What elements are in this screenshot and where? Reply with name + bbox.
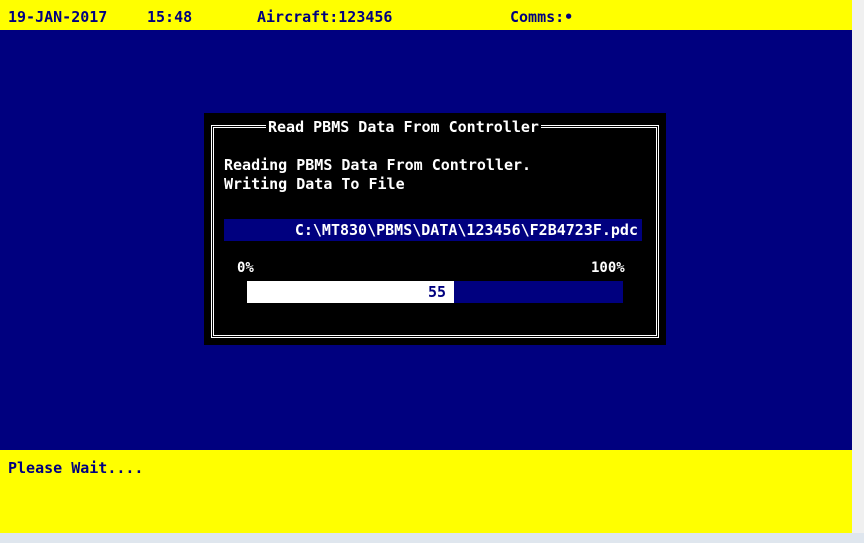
dialog-title: Read PBMS Data From Controller — [266, 118, 541, 136]
progress-value: 55 — [427, 283, 447, 301]
comms-status: Comms:• — [510, 8, 574, 26]
time-text: 15:48 — [147, 8, 193, 26]
progress-dialog: Read PBMS Data From Controller Reading P… — [204, 113, 666, 345]
progress-bar: 55 — [247, 281, 623, 303]
date-text: 19-JAN-2017 — [8, 8, 108, 26]
progress-min-label: 0% — [237, 260, 254, 276]
window-edge-bottom — [0, 533, 864, 543]
file-path: C:\MT830\PBMS\DATA\123456\F2B4723F.pdc — [224, 219, 642, 241]
status-bar: Please Wait.... — [0, 450, 852, 533]
aircraft-text: Aircraft:123456 — [257, 8, 393, 26]
dialog-message-line1: Reading PBMS Data From Controller. — [224, 156, 532, 174]
file-path-text: C:\MT830\PBMS\DATA\123456\F2B4723F.pdc — [294, 221, 638, 239]
dialog-message-line2: Writing Data To File — [224, 175, 405, 193]
progress-max-label: 100% — [591, 260, 625, 276]
app-window: 19-JAN-2017 15:48 Aircraft:123456 Comms:… — [0, 0, 852, 533]
status-message: Please Wait.... — [8, 459, 144, 477]
window-edge-right — [852, 0, 864, 543]
header-bar: 19-JAN-2017 15:48 Aircraft:123456 Comms:… — [0, 0, 852, 30]
